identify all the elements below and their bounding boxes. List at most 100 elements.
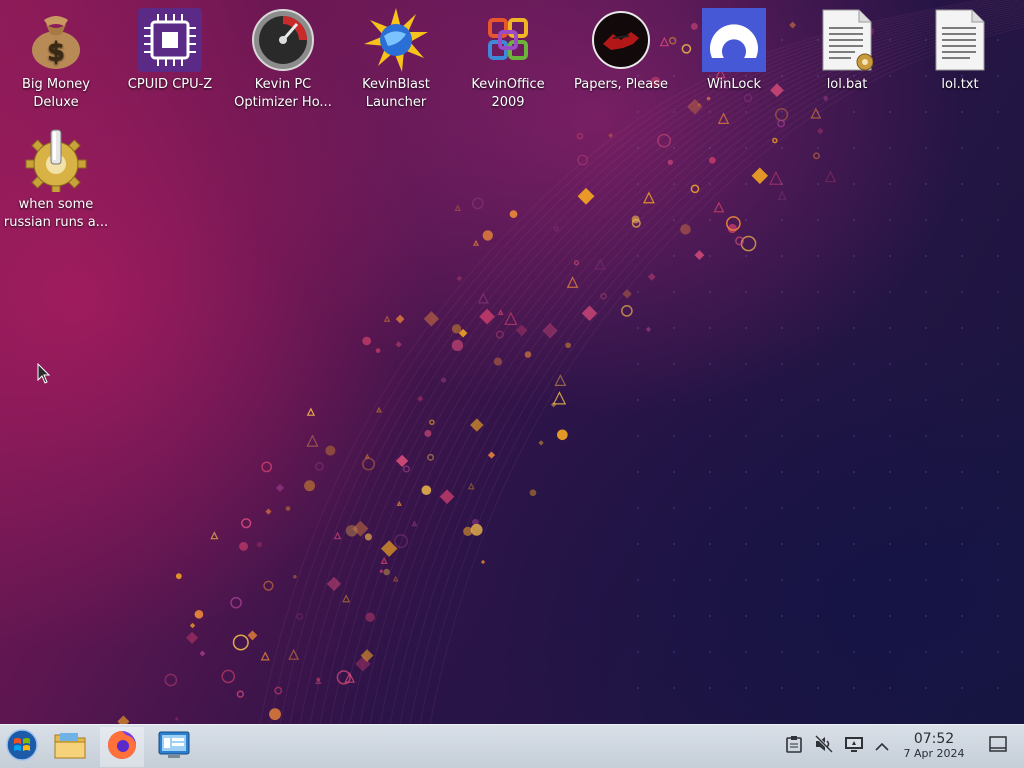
wallpaper-dot	[781, 651, 783, 653]
wallpaper-particle	[824, 170, 837, 183]
tray-clipboard-button[interactable]	[783, 735, 805, 757]
desktop-icon-lol-txt[interactable]: lol.txt	[905, 0, 1015, 94]
wallpaper-dot	[745, 219, 747, 221]
wallpaper-particle	[402, 465, 411, 473]
taskbar-system-settings-button[interactable]	[152, 727, 196, 767]
tray-network-button[interactable]	[843, 735, 865, 757]
control-panel-icon	[158, 730, 190, 764]
wallpaper-particle	[608, 133, 614, 138]
wallpaper-dot	[673, 435, 675, 437]
desktop-icon-label: KevinOffice 2009	[471, 77, 545, 110]
tray-show-hidden-button[interactable]	[871, 735, 893, 757]
wallpaper-dot	[889, 147, 891, 149]
wallpaper-particle	[577, 154, 589, 166]
wallpaper-dot	[853, 111, 855, 113]
wallpaper-dot	[817, 147, 819, 149]
wallpaper-particle	[306, 407, 316, 416]
wallpaper-dot	[997, 651, 999, 653]
start-orb-icon	[5, 728, 39, 766]
wallpaper-dot	[889, 291, 891, 293]
wallpaper-particle	[230, 596, 242, 609]
wallpaper-particle	[263, 580, 274, 591]
wallpaper-dot	[817, 219, 819, 221]
desktop-icon-kevinblast-launcher[interactable]: KevinBlast Launcher	[341, 0, 451, 112]
tray-volume-button[interactable]	[813, 734, 835, 757]
wallpaper-dot	[961, 363, 963, 365]
wallpaper-particle	[645, 326, 652, 332]
desktop-icon-label: Big Money Deluxe	[21, 77, 90, 110]
start-button[interactable]	[0, 727, 44, 767]
wallpaper-particle	[529, 489, 537, 497]
wallpaper-dot	[853, 291, 855, 293]
desktop-icon-label: when some russian runs a...	[3, 197, 109, 230]
text-file-icon	[928, 8, 992, 72]
wallpaper-particle	[296, 613, 304, 620]
wallpaper-particle	[542, 322, 558, 339]
wallpaper-particle	[239, 541, 248, 551]
wallpaper-dot	[925, 291, 927, 293]
wallpaper-particle	[823, 96, 829, 101]
desktop-icon-label: Papers, Please	[573, 77, 669, 92]
desktop-icon-label: KevinBlast Launcher	[362, 77, 430, 110]
wallpaper-dot	[817, 363, 819, 365]
wallpaper-particle	[565, 342, 571, 349]
wallpaper-dot	[925, 615, 927, 617]
desktop-icon-papers-please[interactable]: Papers, Please	[566, 0, 676, 94]
wallpaper-particle	[769, 171, 783, 185]
wallpaper-particle	[552, 391, 567, 405]
wallpaper-dot	[637, 147, 639, 149]
desktop-icon-kevinoffice-2009[interactable]: KevinOffice 2009	[453, 0, 563, 112]
clock-date: 7 Apr 2024	[903, 747, 965, 760]
wallpaper-dot	[925, 219, 927, 221]
wallpaper-dot	[997, 255, 999, 257]
wallpaper-particle	[740, 235, 757, 252]
desktop-icon-big-money-deluxe[interactable]: $ Big Money Deluxe	[1, 0, 111, 112]
wallpaper-particle	[236, 690, 245, 698]
wallpaper-particle	[365, 612, 375, 622]
wallpaper-dot	[673, 363, 675, 365]
wallpaper-dot	[709, 687, 711, 689]
desktop-icon-winlock[interactable]: WinLock	[679, 0, 789, 94]
wallpaper-dot	[889, 327, 891, 329]
wallpaper-particle	[285, 506, 291, 511]
batch-file-icon	[815, 8, 879, 72]
show-desktop-button[interactable]	[987, 735, 1009, 757]
wallpaper-particle	[480, 559, 486, 565]
wallpaper-particle	[470, 523, 483, 536]
wallpaper-dot	[925, 363, 927, 365]
taskbar-file-manager-button[interactable]	[48, 727, 92, 767]
taskbar-firefox-button[interactable]	[100, 727, 144, 767]
wallpaper-dot	[961, 615, 963, 617]
wallpaper-dot	[889, 579, 891, 581]
desktop-icon-lol-bat[interactable]: lol.bat	[792, 0, 902, 94]
wallpaper-dot	[997, 687, 999, 689]
wallpaper-particle	[293, 575, 297, 579]
wallpaper-particle	[247, 630, 258, 641]
desktop-icon-kevin-pc-optimizer[interactable]: Kevin PC Optimizer Ho...	[228, 0, 338, 112]
system-clock[interactable]: 07:52 7 Apr 2024	[894, 731, 974, 761]
wallpaper-particle	[199, 650, 206, 657]
wallpaper-dot	[709, 327, 711, 329]
wallpaper-dot	[925, 327, 927, 329]
wallpaper-dot	[817, 327, 819, 329]
wallpaper-dot	[997, 327, 999, 329]
wallpaper-dot	[781, 579, 783, 581]
desktop-icon-cpuid-cpu-z[interactable]: CPUID CPU-Z	[115, 0, 225, 94]
wallpaper-particle	[376, 406, 382, 413]
wallpaper-dot	[853, 399, 855, 401]
wallpaper-dot	[817, 651, 819, 653]
wallpaper-particle	[411, 520, 418, 527]
wallpaper-dot	[709, 183, 711, 185]
wallpaper-dot	[709, 255, 711, 257]
wallpaper-dot	[925, 507, 927, 509]
wallpaper-dot	[709, 219, 711, 221]
wallpaper-particle	[622, 289, 632, 299]
wallpaper-dot	[925, 651, 927, 653]
wallpaper-dot	[673, 507, 675, 509]
wallpaper-dot	[637, 435, 639, 437]
desktop-icon-when-some-russian[interactable]: when some russian runs a...	[1, 120, 111, 232]
wallpaper-dot	[637, 219, 639, 221]
wallpaper-dot	[781, 399, 783, 401]
desktop[interactable]: $ Big Money Deluxe CPUID CPU-Z Kevin PC …	[0, 0, 1024, 724]
wallpaper-dot	[709, 291, 711, 293]
